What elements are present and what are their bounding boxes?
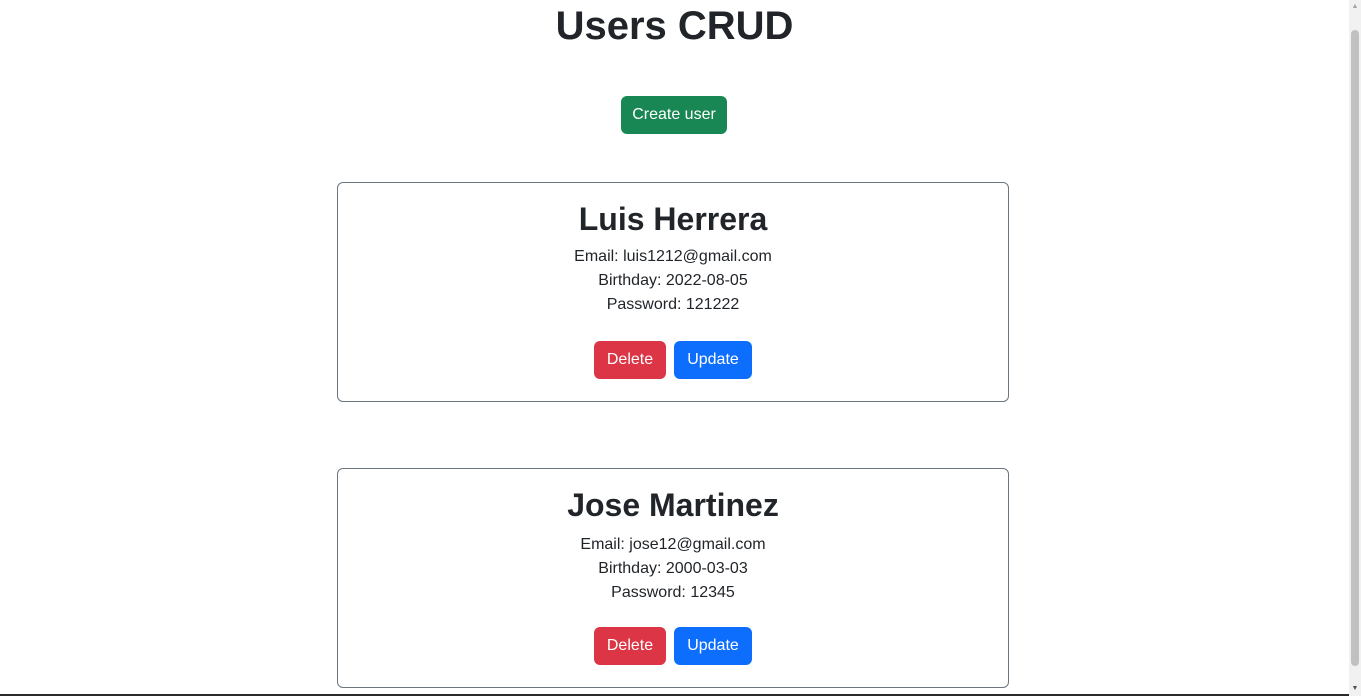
user-name: Luis Herrera: [578, 201, 768, 237]
user-password: Password: 12345: [611, 584, 735, 601]
delete-button[interactable]: Delete: [594, 341, 666, 379]
user-birthday: Birthday: 2022-08-05: [598, 272, 748, 289]
card-actions: Delete Update: [338, 341, 1008, 379]
scroll-down-arrow-icon[interactable]: ▼: [1349, 682, 1361, 696]
user-name: Jose Martinez: [567, 487, 779, 523]
create-user-button[interactable]: Create user: [621, 96, 727, 134]
card-actions: Delete Update: [338, 627, 1008, 665]
scroll-up-arrow-icon[interactable]: ▲: [1349, 0, 1361, 14]
user-email: Email: luis1212@gmail.com: [574, 248, 772, 265]
user-password: Password: 121222: [606, 296, 740, 313]
scrollbar-thumb[interactable]: [1351, 30, 1359, 666]
delete-button[interactable]: Delete: [594, 627, 666, 665]
page: Users CRUD Create user Luis Herrera Emai…: [0, 0, 1349, 696]
user-birthday: Birthday: 2000-03-03: [598, 560, 748, 577]
user-info: Email: luis1212@gmail.com Birthday: 2022…: [338, 245, 1008, 317]
user-email: Email: jose12@gmail.com: [580, 536, 766, 553]
user-info: Email: jose12@gmail.com Birthday: 2000-0…: [338, 533, 1008, 605]
vertical-scrollbar[interactable]: ▲ ▼: [1349, 0, 1361, 696]
user-card: Jose Martinez Email: jose12@gmail.com Bi…: [337, 468, 1009, 688]
user-card: Luis Herrera Email: luis1212@gmail.com B…: [337, 182, 1009, 402]
page-title: Users CRUD: [555, 4, 794, 48]
update-button[interactable]: Update: [674, 627, 752, 665]
update-button[interactable]: Update: [674, 341, 752, 379]
